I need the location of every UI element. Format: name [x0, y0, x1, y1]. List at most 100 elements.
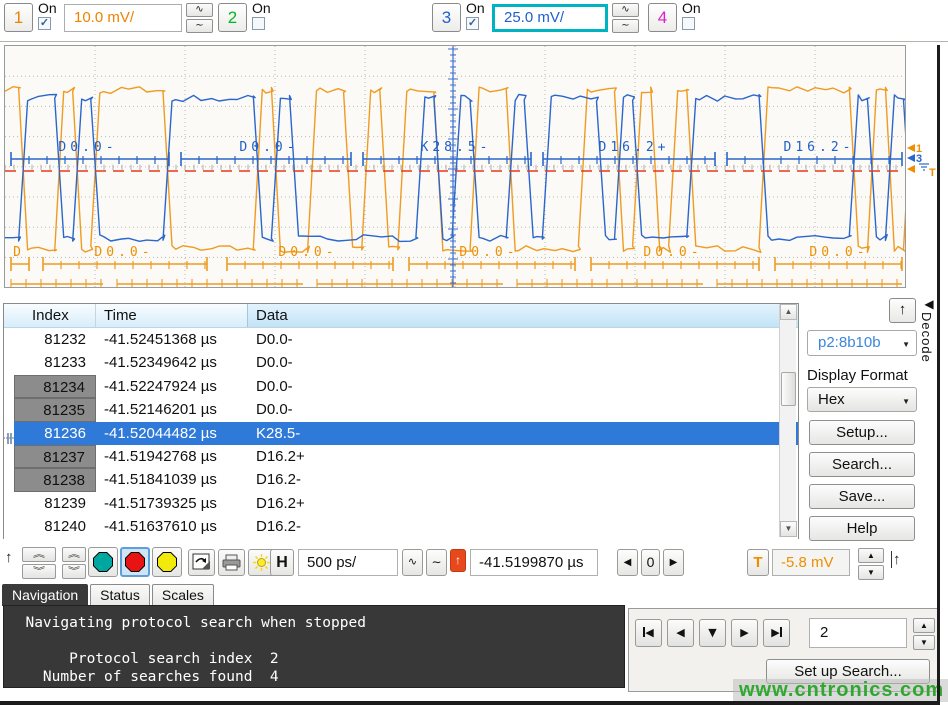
table-row[interactable]: 81240-41.51637610 µsD16.2- [4, 515, 798, 538]
table-row[interactable]: 81237-41.51942768 µsD16.2+ [4, 445, 798, 468]
trigger-position-marker[interactable]: ↑ [450, 549, 466, 572]
search-button[interactable]: Search... [809, 452, 915, 477]
scroll-up-icon[interactable]: ▲ [780, 304, 797, 320]
decode-bus-label: D0.0- [809, 245, 868, 260]
timebase-fine-icon[interactable]: ∿ [402, 549, 423, 576]
horizontal-position-field[interactable]: -41.5199870 µs [470, 549, 598, 576]
row-gutter [4, 328, 14, 351]
decode-sidebar-tab[interactable]: ◀ Decode [919, 298, 939, 378]
search-index-field[interactable]: 2 [809, 618, 907, 648]
table-row[interactable]: 81232-41.52451368 µsD0.0- [4, 328, 798, 351]
cell-data: D16.2- [248, 515, 798, 538]
trigger-marker-label: T [929, 167, 936, 179]
channel-4-on-checkbox[interactable] [682, 17, 695, 30]
up-arrow-icon: ↑ [899, 301, 907, 318]
table-row[interactable]: 81235-41.52146201 µsD0.0- [4, 398, 798, 421]
double-chevron-up-icon[interactable]: ︽ [22, 547, 56, 562]
stop-button[interactable] [120, 547, 150, 577]
table-scrollbar[interactable]: ▲ ▼ [779, 304, 796, 537]
channel-1-scale-field[interactable]: 10.0 mV/ [64, 4, 182, 32]
cell-time: -41.52247924 µs [96, 375, 248, 398]
cell-time: -41.52451368 µs [96, 328, 248, 351]
table-row[interactable]: 81236-41.52044482 µsK28.5- [4, 422, 798, 445]
nav-next-button[interactable]: ▶ [731, 619, 758, 647]
channel-2-on-checkbox[interactable] [252, 17, 265, 30]
scale-down-icon[interactable]: ∼ [186, 19, 213, 33]
tab-status[interactable]: Status [90, 584, 150, 606]
table-row[interactable]: 81238-41.51841039 µsD16.2- [4, 468, 798, 491]
double-chevron-up-icon[interactable]: ︽ [62, 547, 86, 562]
timebase-field[interactable]: 500 ps/ [298, 549, 398, 576]
collapse-left-icon: ◀ [919, 298, 939, 310]
print-button[interactable] [218, 549, 245, 576]
nav-first-button[interactable]: ◀ [635, 619, 662, 647]
position-zero-button[interactable]: 0 [641, 549, 660, 576]
collapse-panel-button[interactable]: ↑ [889, 298, 916, 323]
channel-1-button[interactable]: 1 [4, 3, 33, 32]
tab-navigation[interactable]: Navigation [2, 584, 88, 606]
nav-prev-button[interactable]: ◀ [667, 619, 694, 647]
scrollbar-thumb[interactable] [781, 372, 796, 406]
display-format-dropdown[interactable]: Hex ▼ [807, 387, 917, 412]
tab-scales[interactable]: Scales [152, 584, 214, 606]
spinner-down-icon[interactable]: ▼ [913, 635, 935, 650]
channel-3-on-label: On [466, 0, 485, 16]
run-button[interactable] [88, 547, 118, 577]
channel-3-scale-field[interactable]: 25.0 mV/ [492, 4, 608, 32]
trigger-level-field[interactable]: -5.8 mV [772, 549, 850, 576]
channel-3-on-checkbox[interactable]: ✓ [466, 17, 479, 30]
table-row[interactable]: 81239-41.51739325 µsD16.2+ [4, 492, 798, 515]
row-gutter [4, 422, 14, 445]
column-header-data[interactable]: Data [248, 304, 798, 327]
column-header-time[interactable]: Time [96, 304, 248, 327]
channel-toolbar: 1 On ✓ 10.0 mV/ ∿ ∼ 2 On 3 On ✓ 25.0 mV/… [0, 0, 948, 42]
channel-ground-markers: 1 3 T [907, 138, 939, 184]
setup-button[interactable]: Setup... [809, 420, 915, 445]
cell-data: D16.2+ [248, 492, 798, 515]
help-button[interactable]: Help [809, 516, 915, 541]
spinner-up-icon[interactable]: ▲ [913, 618, 935, 633]
cell-index: 81234 [14, 375, 96, 398]
brightness-sun-icon [252, 553, 271, 572]
spinner-up-icon[interactable]: ▲ [858, 548, 884, 563]
horizontal-menu-button[interactable]: H [270, 549, 294, 576]
chevron-down-icon: ▼ [902, 340, 910, 349]
marker-up-icon: ↑ [5, 549, 13, 566]
nav-down-button[interactable]: ▼ [699, 619, 726, 647]
waveform-plot[interactable]: D0.0-D0.0-K28.5-D16.2+D16.2-DD0.0-D0.0-D… [4, 45, 906, 288]
cell-index: 81239 [14, 492, 96, 515]
save-button[interactable]: Save... [809, 484, 915, 509]
double-chevron-down-icon[interactable]: ︾ [62, 564, 86, 579]
decode-bus-label: D0.0- [459, 245, 518, 260]
export-screen-button[interactable] [188, 549, 215, 576]
trigger-menu-button[interactable]: T [747, 549, 769, 576]
single-button[interactable] [152, 547, 182, 577]
scale-up-icon[interactable]: ∿ [612, 3, 639, 17]
channel-2-button[interactable]: 2 [218, 3, 247, 32]
scroll-down-icon[interactable]: ▼ [780, 521, 797, 537]
search-index-spinner: ▲ ▼ [913, 618, 935, 650]
scale-down-icon[interactable]: ∼ [612, 19, 639, 33]
channel-4-button[interactable]: 4 [648, 3, 677, 32]
spinner-down-icon[interactable]: ▼ [858, 565, 884, 580]
nav-last-button[interactable]: ▶ [763, 619, 790, 647]
bus-selector-dropdown[interactable]: p2:8b10b ▼ [807, 330, 917, 356]
decode-bus-label: D16.2+ [599, 140, 670, 155]
channel-4-on-label: On [682, 0, 701, 16]
position-right-button[interactable]: ▶ [663, 549, 684, 576]
table-row[interactable]: 81233-41.52349642 µsD0.0- [4, 351, 798, 374]
decode-bus-label: D16.2- [784, 140, 855, 155]
channel-3-button[interactable]: 3 [432, 3, 461, 32]
decode-bus-label: D0.0- [278, 245, 337, 260]
position-left-button[interactable]: ◀ [617, 549, 638, 576]
timebase-coarse-icon[interactable]: ∼ [426, 549, 447, 576]
decode-listing-table[interactable]: Index Time Data 81232-41.52451368 µsD0.0… [3, 303, 799, 539]
channel-1-on-checkbox[interactable]: ✓ [38, 17, 51, 30]
table-row[interactable]: 81234-41.52247924 µsD0.0- [4, 375, 798, 398]
chevron-down-icon: ▼ [902, 397, 910, 406]
column-header-index[interactable]: Index [4, 304, 96, 327]
scale-up-icon[interactable]: ∿ [186, 3, 213, 17]
decode-tab-label: Decode [919, 312, 934, 363]
double-chevron-down-icon[interactable]: ︾ [22, 564, 56, 579]
watermark: www.cntronics.com [733, 679, 948, 702]
